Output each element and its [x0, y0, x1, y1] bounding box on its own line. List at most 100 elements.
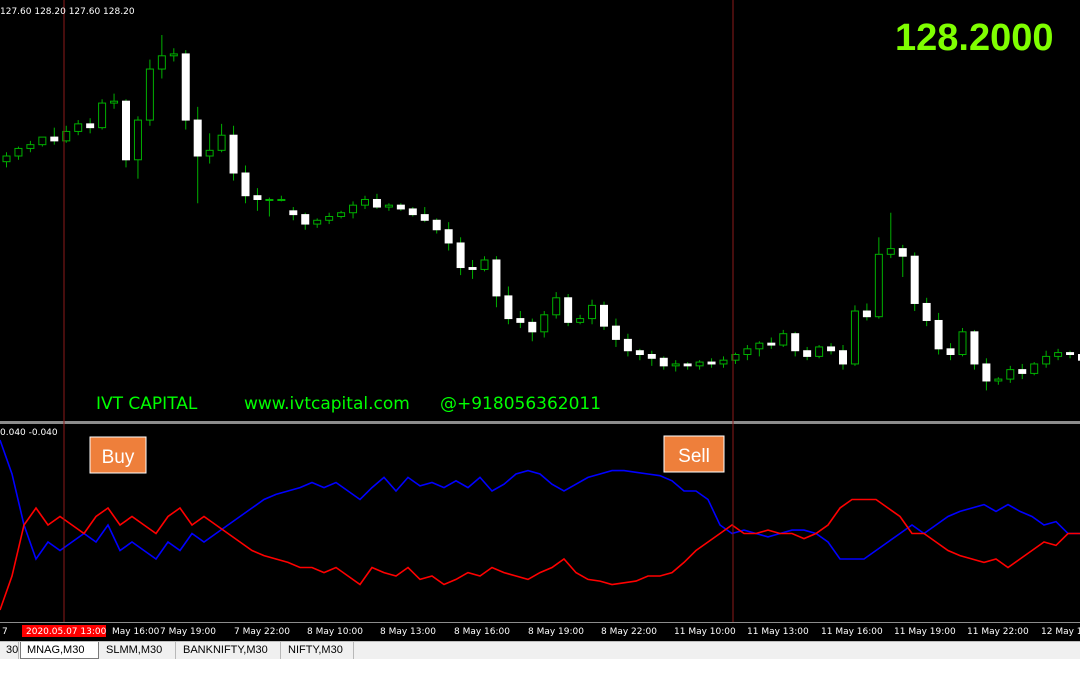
candle-body [994, 378, 1003, 382]
chart-area[interactable]: 127.60 128.20 127.60 128.20 128.2000 IVT… [0, 0, 1080, 641]
candle-body [456, 242, 465, 269]
tab-mnag[interactable]: MNAG,M30 [20, 642, 99, 659]
candle-body [850, 310, 859, 365]
candle-body [396, 204, 405, 210]
time-label: 12 May 1 [1041, 627, 1080, 637]
candle-body [14, 147, 23, 157]
candle-body [815, 346, 824, 357]
candle-body [970, 331, 979, 365]
current-price: 128.2000 [895, 17, 1054, 59]
candle-body [791, 333, 800, 352]
time-label: 8 May 22:00 [601, 627, 657, 637]
tab-banknifty[interactable]: BANKNIFTY,M30 [177, 642, 281, 659]
candle-body [157, 55, 166, 70]
candle-body [635, 350, 644, 356]
buy-label: Buy [102, 447, 135, 468]
candle-body [74, 123, 83, 132]
time-label: May 16:00 [112, 627, 160, 637]
time-label: 8 May 16:00 [454, 627, 510, 637]
symbol-tabs: 30 MNAG,M30 SLMM,M30 BANKNIFTY,M30 NIFTY… [0, 641, 1080, 660]
candle-body [958, 331, 967, 356]
candle-body [241, 172, 250, 197]
candle-body [277, 198, 286, 201]
candle-body [659, 357, 668, 367]
tab-nifty[interactable]: NIFTY,M30 [282, 642, 354, 659]
candle-body [408, 208, 417, 216]
candle-body [492, 259, 501, 297]
candle-body [540, 314, 549, 333]
candle-body [588, 304, 597, 320]
candle-body [444, 229, 453, 244]
time-label: 8 May 13:00 [380, 627, 436, 637]
candle-body [1066, 352, 1075, 356]
candle-body [910, 255, 919, 304]
candle-body [432, 219, 441, 231]
candle-body [337, 212, 346, 218]
candle-body [133, 119, 142, 161]
candle-body [181, 53, 190, 121]
time-label: 11 May 10:00 [674, 627, 736, 637]
watermark-brand: IVT CAPITAL [96, 394, 198, 414]
candle-body [169, 53, 178, 57]
candle-body [898, 248, 907, 257]
candle-body [516, 318, 525, 323]
candle-body [671, 363, 680, 367]
candle-body [145, 68, 154, 121]
time-label: 7 May 19:00 [160, 627, 216, 637]
candle-body [504, 295, 513, 320]
time-label: 7 [2, 627, 8, 637]
candle-body [922, 302, 931, 321]
candle-body [217, 134, 226, 151]
candle-body [719, 359, 728, 365]
ohlc-readout: 127.60 128.20 127.60 128.20 [0, 7, 135, 17]
candle-body [1054, 352, 1063, 357]
candle-body [779, 333, 788, 346]
time-axis: 2020.05.07 13:00 7 May 16:00 7 May 19:00 7 … [2, 625, 1080, 637]
candle-body [600, 304, 608, 327]
watermark-phone: @+918056362011 [440, 394, 601, 414]
time-label: 7 May 22:00 [234, 627, 290, 637]
time-label: 11 May 19:00 [894, 627, 956, 637]
candle-body [564, 297, 573, 323]
candle-body [839, 350, 847, 365]
pane-separator[interactable] [0, 421, 1080, 424]
buy-marker: Buy [89, 436, 147, 474]
candle-body [361, 198, 369, 206]
candle-body [528, 321, 537, 333]
candle-body [420, 214, 429, 221]
candle-body [552, 297, 561, 316]
candle-body [26, 144, 35, 149]
sell-marker: Sell [663, 435, 725, 473]
candle-body [874, 253, 883, 318]
highlighted-time: 2020.05.07 13:00 [26, 627, 107, 637]
candle-body [647, 354, 656, 359]
candle-body [289, 210, 298, 216]
candle-body [253, 195, 262, 200]
candle-body [301, 214, 310, 225]
candle-body [982, 363, 991, 382]
candle-body [122, 100, 130, 161]
tab-m30-partial[interactable]: 30 [0, 642, 19, 659]
candle-body [946, 348, 955, 356]
tab-slmm[interactable]: SLMM,M30 [100, 642, 176, 659]
candle-body [468, 267, 477, 270]
candle-body [827, 346, 836, 352]
candle-body [743, 348, 752, 356]
candle-body [767, 342, 776, 346]
candle-body [349, 204, 358, 214]
candle-body [86, 123, 95, 129]
candle-body [623, 338, 632, 352]
candle-body [38, 136, 47, 146]
candle-body [98, 102, 107, 129]
candle-body [480, 259, 489, 270]
watermark-website: www.ivtcapital.com [244, 394, 410, 414]
candle-body [1006, 369, 1015, 380]
time-label: 11 May 13:00 [747, 627, 809, 637]
status-strip [0, 659, 1080, 675]
candle-body [683, 363, 692, 367]
candle-body [886, 248, 895, 255]
candle-body [576, 318, 585, 323]
sell-label: Sell [678, 446, 710, 467]
candle-body [50, 136, 59, 142]
time-label: 8 May 10:00 [307, 627, 363, 637]
